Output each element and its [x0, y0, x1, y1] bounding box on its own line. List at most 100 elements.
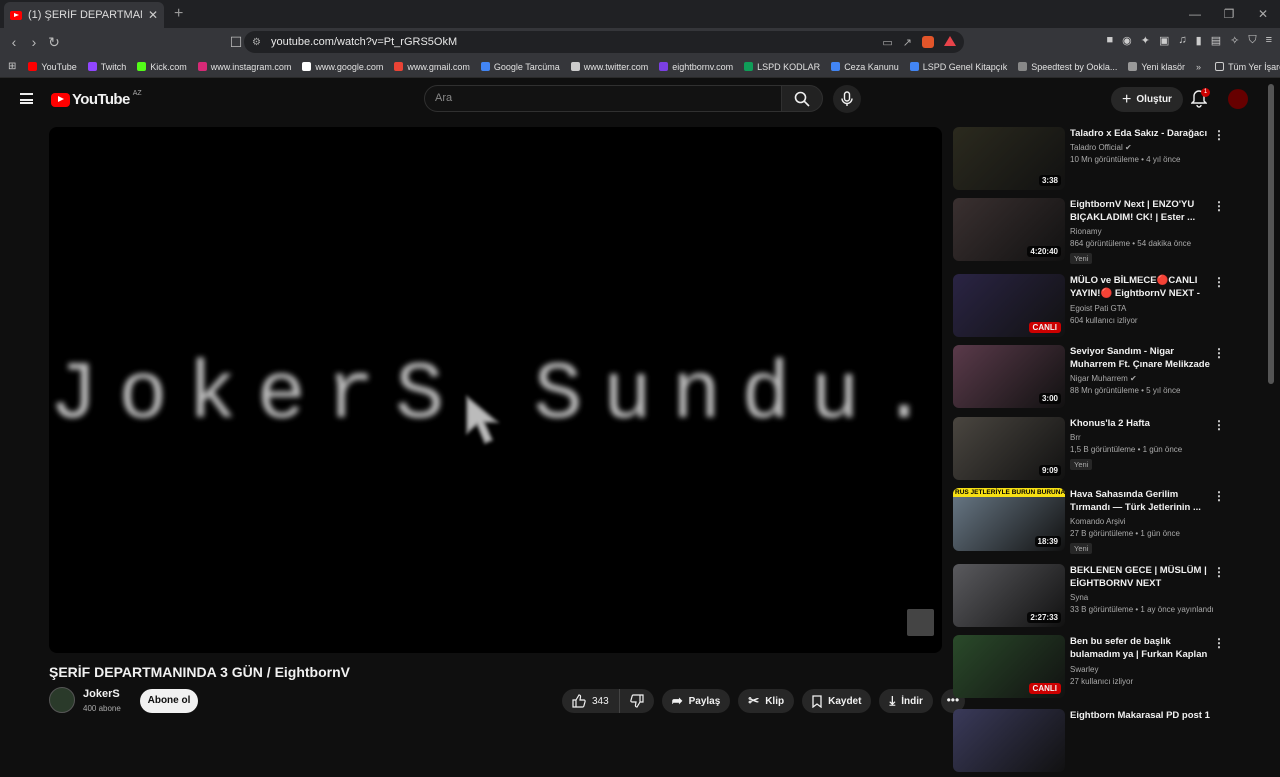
video-card-title[interactable]: Ben bu sefer de başlık bulamadım ya | Fu… [1070, 635, 1210, 662]
extension-1-icon[interactable]: ■ [1107, 34, 1114, 47]
cast-icon[interactable]: ▭ [882, 36, 892, 49]
extensions-icon[interactable]: ✦ [1141, 34, 1150, 47]
bookmark-item[interactable]: Kick.com [137, 62, 187, 72]
related-video-card[interactable]: CANLI Ben bu sefer de başlık bulamadım y… [953, 635, 1228, 703]
clip-button[interactable]: ✂ Klip [738, 689, 795, 713]
bookmark-item[interactable]: www.instagram.com [197, 62, 291, 72]
video-card-title[interactable]: Khonus'la 2 Hafta [1070, 417, 1210, 430]
minimize-icon[interactable]: — [1178, 0, 1212, 28]
extension-2-icon[interactable]: ◉ [1122, 34, 1132, 47]
video-card-channel[interactable]: Rionamy [1070, 227, 1210, 236]
share-button[interactable]: ➦ Paylaş [661, 689, 731, 713]
video-card-channel[interactable]: Brr [1070, 433, 1210, 442]
search-input[interactable]: Ara [424, 85, 782, 112]
kebab-menu-icon[interactable]: ⋮ [1213, 637, 1225, 649]
related-video-card[interactable]: 9:09 Khonus'la 2 Hafta Brr 1,5 B görüntü… [953, 417, 1228, 485]
video-thumbnail[interactable]: 3:38 [953, 127, 1065, 190]
kebab-menu-icon[interactable]: ⋮ [1213, 200, 1225, 212]
related-video-card[interactable]: 3:00 Seviyor Sandım - Nigar Muharrem Ft.… [953, 345, 1228, 413]
video-thumbnail[interactable]: 2:27:33 [953, 564, 1065, 627]
hamburger-menu-icon[interactable] [20, 93, 33, 104]
video-thumbnail[interactable]: RUS JETLERİYLE BURUN BURUNA! 18:39 [953, 488, 1065, 551]
forward-icon[interactable]: › [24, 34, 44, 50]
kebab-menu-icon[interactable]: ⋮ [1213, 129, 1225, 141]
video-card-channel[interactable]: Komando Arşivi [1070, 517, 1210, 526]
create-button[interactable]: + Oluştur [1111, 87, 1183, 112]
like-button[interactable]: 343 [562, 689, 620, 713]
bookmark-item[interactable]: LSPD KODLAR [744, 62, 820, 72]
new-tab-icon[interactable]: + [174, 5, 183, 23]
related-video-card[interactable]: CANLI MÜLO ve BİLMECE🔴CANLI YAYIN!🔴 Eigh… [953, 274, 1228, 342]
channel-watermark[interactable] [907, 609, 934, 636]
video-card-channel[interactable]: Nigar Muharrem ✔ [1070, 374, 1210, 383]
bookmark-item[interactable]: www.twitter.com [570, 62, 648, 72]
video-card-channel[interactable]: Taladro Official ✔ [1070, 143, 1210, 152]
video-card-title[interactable]: EightbornV Next | ENZO'YU BIÇAKLADIM! CK… [1070, 198, 1210, 224]
video-card-channel[interactable]: Egoist Pati GTA [1070, 304, 1210, 313]
video-card-title[interactable]: MÜLO ve BİLMECE🔴CANLI YAYIN!🔴 EightbornV… [1070, 274, 1210, 301]
search-button[interactable] [781, 85, 823, 112]
bookmark-item[interactable]: eightbornv.com [659, 62, 733, 72]
bookmark-page-icon[interactable]: ☐ [226, 34, 246, 51]
scrollbar[interactable] [1268, 84, 1274, 384]
bookmark-item[interactable]: Speedtest by Ookla... [1018, 62, 1117, 72]
vpn-icon[interactable]: ⛉ [1248, 34, 1256, 47]
brave-rewards-icon[interactable] [944, 35, 956, 46]
close-window-icon[interactable]: ✕ [1246, 0, 1280, 28]
back-icon[interactable]: ‹ [4, 34, 24, 50]
leo-icon[interactable]: ✧ [1230, 34, 1239, 47]
bookmark-item[interactable]: LSPD Genel Kitapçık [909, 62, 1007, 72]
restore-icon[interactable]: ❐ [1212, 0, 1246, 28]
kebab-menu-icon[interactable]: ⋮ [1213, 276, 1225, 288]
all-bookmarks[interactable]: Tüm Yer İşaretleri [1215, 62, 1280, 72]
kebab-menu-icon[interactable]: ⋮ [1213, 490, 1225, 502]
sidebar-icon[interactable]: ▮ [1196, 34, 1202, 47]
video-card-title[interactable]: Hava Sahasında Gerilim Tırmandı — Türk J… [1070, 488, 1210, 514]
kebab-menu-icon[interactable]: ⋮ [1213, 347, 1225, 359]
channel-name[interactable]: JokerS [83, 688, 120, 700]
wallet-icon[interactable]: ▤ [1211, 34, 1221, 47]
save-button[interactable]: Kaydet [802, 689, 872, 713]
brave-shields-icon[interactable] [922, 35, 934, 48]
share-icon[interactable]: ↗ [903, 36, 912, 49]
apps-grid-icon[interactable]: ⊞ [8, 61, 16, 72]
youtube-logo[interactable]: YouTube AZ [51, 90, 142, 108]
address-bar[interactable]: ⚙ youtube.com/watch?v=Pt_rGRS5OkM ▭ ↗ [244, 31, 964, 53]
voice-search-button[interactable] [833, 85, 861, 113]
channel-avatar[interactable] [49, 687, 75, 713]
bookmark-item[interactable]: Yeni klasör [1128, 62, 1185, 72]
video-thumbnail[interactable]: CANLI [953, 274, 1065, 337]
media-icon[interactable]: ♫ [1178, 34, 1186, 47]
close-tab-icon[interactable]: ✕ [148, 8, 158, 22]
subscribe-button[interactable]: Abone ol [140, 689, 198, 713]
video-thumbnail[interactable]: 4:20:40 [953, 198, 1065, 261]
video-thumbnail[interactable] [953, 709, 1065, 772]
dislike-button[interactable] [620, 689, 654, 713]
bookmark-item[interactable]: www.gmail.com [394, 62, 470, 72]
video-card-title[interactable]: Eightborn Makarasal PD post 1 [1070, 709, 1210, 722]
menu-icon[interactable]: ≡ [1266, 34, 1272, 47]
bookmark-item[interactable]: Twitch [87, 62, 126, 72]
related-video-card[interactable]: 3:38 Taladro x Eda Sakız - Darağacı Tala… [953, 127, 1228, 195]
video-card-channel[interactable]: Syna [1070, 593, 1210, 602]
related-video-card[interactable]: RUS JETLERİYLE BURUN BURUNA! 18:39 Hava S… [953, 488, 1228, 556]
site-info-icon[interactable]: ⚙ [252, 37, 261, 48]
kebab-menu-icon[interactable]: ⋮ [1213, 419, 1225, 431]
video-card-title[interactable]: Taladro x Eda Sakız - Darağacı [1070, 127, 1210, 140]
related-video-card[interactable]: 2:27:33 BEKLENEN GECE | MÜSLÜM | EİGHTBO… [953, 564, 1228, 632]
bookmark-item[interactable]: YouTube [28, 62, 77, 72]
browser-tab[interactable]: (1) ŞERİF DEPARTMANINDA 3 GÜ ✕ [4, 2, 164, 28]
video-card-title[interactable]: Seviyor Sandım - Nigar Muharrem Ft. Çına… [1070, 345, 1210, 371]
bookmark-item[interactable]: www.google.com [302, 62, 383, 72]
video-thumbnail[interactable]: CANLI [953, 635, 1065, 698]
related-video-card[interactable]: Eightborn Makarasal PD post 1 [953, 709, 1228, 777]
account-avatar[interactable] [1228, 89, 1248, 109]
video-card-channel[interactable]: Swarley [1070, 665, 1210, 674]
extension-3-icon[interactable]: ▣ [1159, 34, 1169, 47]
related-video-card[interactable]: 4:20:40 EightbornV Next | ENZO'YU BIÇAKL… [953, 198, 1228, 266]
bookmark-item[interactable]: Ceza Kanunu [831, 62, 899, 72]
video-card-title[interactable]: BEKLENEN GECE | MÜSLÜM | EİGHTBORNV NEXT [1070, 564, 1210, 590]
download-button[interactable]: ⤓ İndir [879, 689, 933, 713]
bookmark-item[interactable]: Google Tarcüma [480, 62, 560, 72]
video-thumbnail[interactable]: 3:00 [953, 345, 1065, 408]
